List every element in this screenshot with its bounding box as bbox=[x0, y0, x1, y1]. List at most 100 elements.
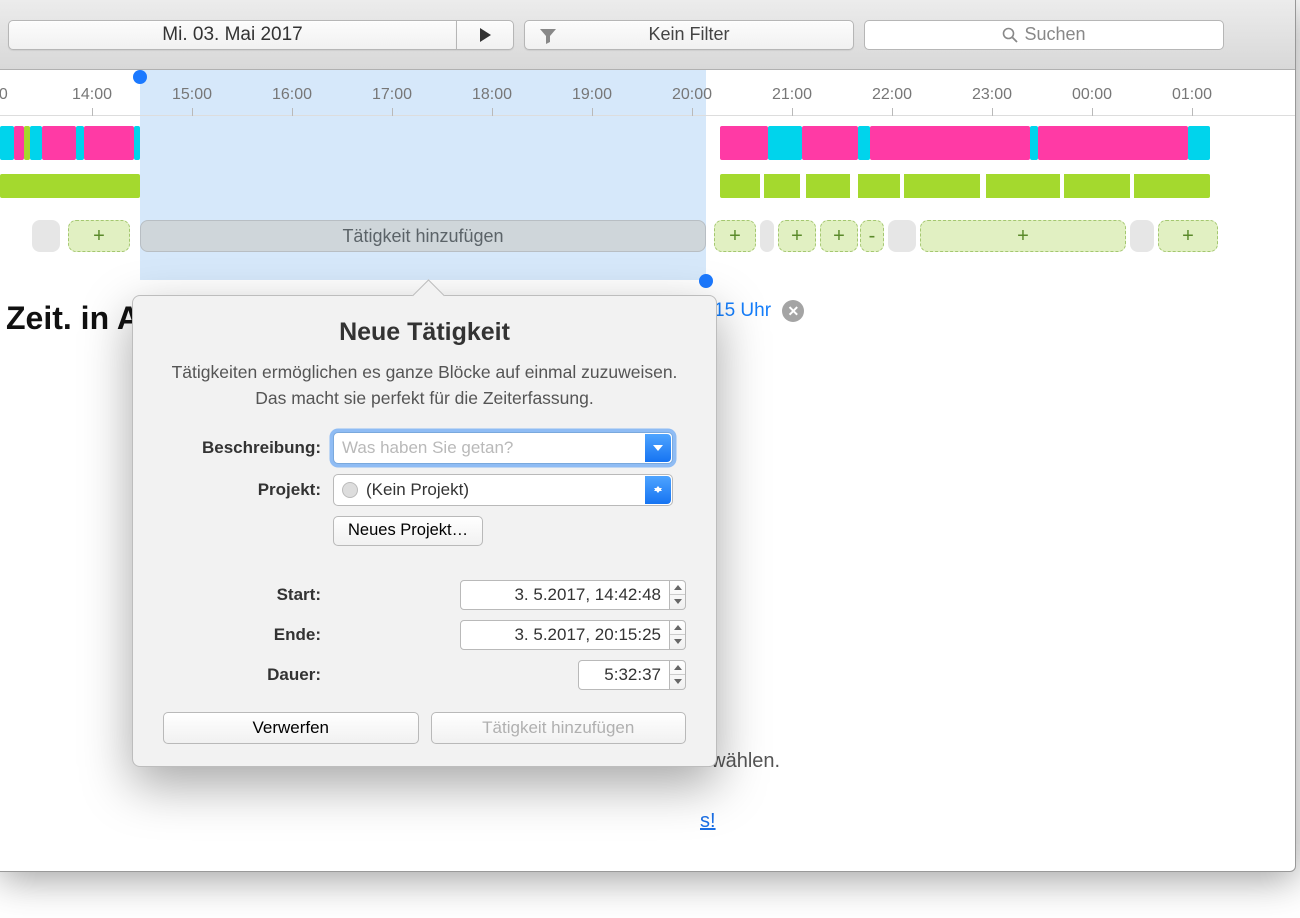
timeline-tick: 16:00 bbox=[272, 70, 312, 115]
gap bbox=[850, 174, 858, 198]
activity-block[interactable] bbox=[42, 126, 76, 160]
project-color-icon bbox=[342, 482, 358, 498]
assign-slot[interactable]: + bbox=[68, 220, 130, 252]
close-icon[interactable]: ✕ bbox=[782, 300, 804, 322]
timeline-track-activity[interactable] bbox=[0, 170, 1295, 202]
popover-desc-line: Tätigkeiten ermöglichen es ganze Blöcke … bbox=[172, 362, 678, 382]
activity-block[interactable] bbox=[1038, 126, 1188, 160]
assign-slot[interactable] bbox=[1130, 220, 1154, 252]
gap bbox=[900, 174, 904, 198]
assign-slot[interactable]: + bbox=[714, 220, 756, 252]
filter-label: Kein Filter bbox=[648, 24, 729, 45]
add-activity-submit-label: Tätigkeit hinzufügen bbox=[482, 718, 634, 738]
description-combo[interactable]: Was haben Sie getan? bbox=[333, 432, 673, 464]
filter-button[interactable]: Kein Filter bbox=[524, 20, 854, 50]
end-stepper[interactable] bbox=[670, 620, 686, 650]
link-tail[interactable]: s! bbox=[700, 810, 716, 833]
description-placeholder: Was haben Sie getan? bbox=[342, 438, 513, 458]
discard-label: Verwerfen bbox=[252, 718, 329, 738]
activity-block[interactable] bbox=[76, 126, 84, 160]
discard-button[interactable]: Verwerfen bbox=[163, 712, 419, 744]
duration-field[interactable]: 5:32:37 bbox=[578, 660, 670, 690]
timeline: 00 14:00 15:00 16:00 17:00 18:00 19:00 2… bbox=[0, 70, 1295, 280]
search-placeholder: Suchen bbox=[1024, 24, 1085, 45]
activity-block[interactable] bbox=[720, 126, 768, 160]
project-combo[interactable]: (Kein Projekt) bbox=[333, 474, 673, 506]
activity-block[interactable] bbox=[14, 126, 24, 160]
play-button[interactable] bbox=[456, 20, 514, 50]
assign-slot[interactable] bbox=[888, 220, 916, 252]
form-row-duration: Dauer: 5:32:37 bbox=[163, 660, 686, 690]
assign-slot[interactable]: + bbox=[778, 220, 816, 252]
activity-block[interactable] bbox=[858, 126, 870, 160]
stepper-down-icon[interactable] bbox=[670, 675, 685, 689]
activity-block[interactable] bbox=[134, 126, 140, 160]
activity-block[interactable] bbox=[768, 126, 802, 160]
activity-block[interactable] bbox=[0, 174, 140, 198]
new-activity-popover: Neue Tätigkeit Tätigkeiten ermöglichen e… bbox=[132, 295, 717, 767]
activity-block[interactable] bbox=[870, 126, 1030, 160]
timeline-tick: 00:00 bbox=[1072, 70, 1112, 115]
add-activity-button[interactable]: Tätigkeit hinzufügen bbox=[140, 220, 706, 252]
gap bbox=[800, 174, 806, 198]
stepper-up-icon[interactable] bbox=[670, 581, 685, 596]
search-field[interactable]: Suchen bbox=[864, 20, 1224, 50]
stepper-up-icon[interactable] bbox=[670, 661, 685, 676]
gap bbox=[1130, 174, 1134, 198]
timeline-tick: 20:00 bbox=[672, 70, 712, 115]
timeline-track-assign[interactable]: + Tätigkeit hinzufügen + + + - + + bbox=[0, 216, 1295, 258]
start-field[interactable]: 3. 5.2017, 14:42:48 bbox=[460, 580, 670, 610]
assign-slot[interactable]: + bbox=[1158, 220, 1218, 252]
play-icon bbox=[477, 27, 493, 43]
new-project-button[interactable]: Neues Projekt… bbox=[333, 516, 483, 546]
time-chip[interactable]: 15 Uhr ✕ bbox=[714, 300, 804, 322]
duration-stepper[interactable] bbox=[670, 660, 686, 690]
gap bbox=[1060, 174, 1064, 198]
updown-arrow-icon[interactable] bbox=[645, 476, 671, 504]
activity-block[interactable] bbox=[1188, 126, 1210, 160]
end-field[interactable]: 3. 5.2017, 20:15:25 bbox=[460, 620, 670, 650]
duration-value: 5:32:37 bbox=[604, 665, 661, 685]
assign-slot[interactable] bbox=[760, 220, 774, 252]
gap bbox=[760, 174, 764, 198]
activity-block[interactable] bbox=[1030, 126, 1038, 160]
start-stepper[interactable] bbox=[670, 580, 686, 610]
dropdown-arrow-icon[interactable] bbox=[645, 434, 671, 462]
activity-block[interactable] bbox=[84, 126, 134, 160]
form-row-start: Start: 3. 5.2017, 14:42:48 bbox=[163, 580, 686, 610]
activity-block[interactable] bbox=[802, 126, 858, 160]
form-row-description: Beschreibung: Was haben Sie getan? bbox=[163, 432, 686, 464]
form-row-project: Projekt: (Kein Projekt) bbox=[163, 474, 686, 506]
timeline-tick: 18:00 bbox=[472, 70, 512, 115]
assign-slot[interactable]: + bbox=[920, 220, 1126, 252]
timeline-tick: 14:00 bbox=[72, 70, 112, 115]
label-project: Projekt: bbox=[163, 480, 333, 500]
stepper-up-icon[interactable] bbox=[670, 621, 685, 636]
timeline-tick: 19:00 bbox=[572, 70, 612, 115]
date-field[interactable]: Mi. 03. Mai 2017 bbox=[8, 20, 456, 50]
activity-block[interactable] bbox=[0, 126, 14, 160]
filter-icon bbox=[539, 27, 557, 50]
timeline-tick: 00 bbox=[0, 70, 8, 115]
start-value: 3. 5.2017, 14:42:48 bbox=[514, 585, 661, 605]
stepper-down-icon[interactable] bbox=[670, 595, 685, 609]
gap bbox=[980, 174, 986, 198]
assign-slot[interactable]: + bbox=[820, 220, 858, 252]
activity-block[interactable] bbox=[720, 174, 1210, 198]
assign-slot[interactable] bbox=[32, 220, 60, 252]
timeline-tick: 22:00 bbox=[872, 70, 912, 115]
timeline-ruler: 00 14:00 15:00 16:00 17:00 18:00 19:00 2… bbox=[0, 70, 1295, 116]
activity-block[interactable] bbox=[30, 126, 42, 160]
form-row-end: Ende: 3. 5.2017, 20:15:25 bbox=[163, 620, 686, 650]
assign-slot[interactable]: - bbox=[860, 220, 884, 252]
popover-desc-line: Das macht sie perfekt für die Zeiterfass… bbox=[255, 388, 593, 408]
timeline-tick: 15:00 bbox=[172, 70, 212, 115]
popover-description: Tätigkeiten ermöglichen es ganze Blöcke … bbox=[163, 359, 686, 412]
stepper-down-icon[interactable] bbox=[670, 635, 685, 649]
label-description: Beschreibung: bbox=[163, 438, 333, 458]
search-icon bbox=[1002, 27, 1018, 43]
timeline-track-apps[interactable] bbox=[0, 122, 1295, 164]
add-activity-submit-button[interactable]: Tätigkeit hinzufügen bbox=[431, 712, 687, 744]
end-value: 3. 5.2017, 20:15:25 bbox=[514, 625, 661, 645]
page-heading: Zeit. in A bbox=[6, 300, 140, 337]
